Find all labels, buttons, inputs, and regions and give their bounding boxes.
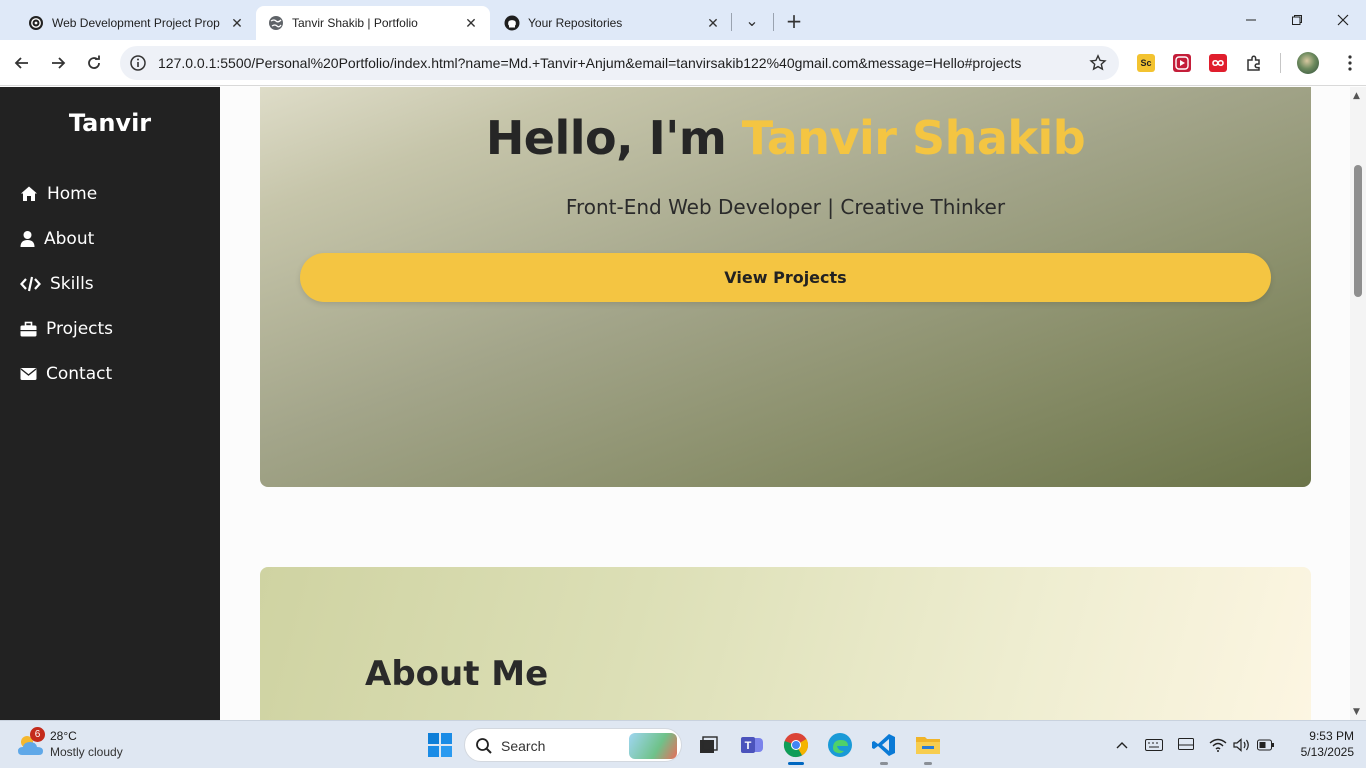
wifi-icon[interactable]: [1208, 735, 1228, 755]
site-info-icon[interactable]: [129, 54, 147, 72]
home-icon: [21, 186, 37, 201]
tab-web-development[interactable]: Web Development Project Prop ✕: [16, 6, 256, 40]
hero-title: Hello, I'm Tanvir Shakib: [260, 111, 1311, 165]
envelope-icon: [20, 368, 37, 380]
taskbar-search[interactable]: Search: [464, 728, 682, 762]
infinity-extension-icon[interactable]: [1209, 54, 1227, 72]
windows-start-icon[interactable]: [424, 729, 456, 761]
github-icon: [504, 15, 520, 31]
code-icon: [20, 276, 41, 292]
file-explorer-icon[interactable]: [912, 729, 944, 761]
svg-text:T: T: [745, 740, 752, 752]
chrome-icon[interactable]: [780, 729, 812, 761]
weather-badge: 6: [30, 727, 45, 742]
nav-label: Projects: [46, 319, 114, 339]
page-scrollbar[interactable]: ▲ ▼: [1350, 87, 1366, 720]
nav-item-projects[interactable]: Projects: [20, 317, 113, 341]
clock-date[interactable]: 5/13/2025: [1280, 745, 1354, 759]
globe-icon: [269, 16, 283, 30]
page-viewport: Hello, I'm Tanvir Shakib Front-End Web D…: [0, 87, 1366, 720]
clock-time[interactable]: 9:53 PM: [1290, 729, 1354, 743]
nav-label: Home: [47, 184, 98, 204]
vscode-running-indicator: [880, 762, 888, 765]
volume-icon[interactable]: [1232, 735, 1252, 755]
address-bar[interactable]: 127.0.0.1:5500/Personal%20Portfolio/inde…: [120, 46, 1119, 80]
nav-label: Contact: [46, 364, 113, 384]
sidebar: Tanvir Home About Skills Projects Contac…: [0, 87, 220, 720]
video-extension-icon[interactable]: [1173, 54, 1191, 72]
tab-title: Tanvir Shakib | Portfolio: [292, 16, 418, 30]
chrome-running-indicator: [788, 762, 804, 765]
about-title: About Me: [365, 654, 549, 694]
tab-title: Your Repositories: [528, 16, 623, 30]
back-icon[interactable]: [8, 49, 36, 77]
task-view-icon[interactable]: [692, 729, 724, 761]
battery-icon[interactable]: [1256, 735, 1276, 755]
minimize-icon[interactable]: [1228, 0, 1274, 40]
scroll-down-arrow-icon[interactable]: ▼: [1353, 707, 1360, 717]
tab-strip: Web Development Project Prop ✕ Tanvir Sh…: [0, 0, 1366, 40]
view-projects-button[interactable]: View Projects: [300, 253, 1271, 302]
nav-label: Skills: [50, 274, 94, 294]
about-section: About Me: [260, 567, 1311, 720]
nav-label: About: [44, 229, 95, 249]
close-icon[interactable]: ✕: [462, 14, 480, 32]
hero-greeting: Hello, I'm: [485, 111, 742, 165]
bookmark-star-icon[interactable]: [1089, 54, 1107, 72]
vscode-icon[interactable]: [868, 729, 900, 761]
close-window-icon[interactable]: [1320, 0, 1366, 40]
profile-avatar[interactable]: [1297, 52, 1319, 74]
search-icon: [476, 738, 492, 754]
nav-item-contact[interactable]: Contact: [20, 362, 112, 386]
close-icon[interactable]: ✕: [704, 14, 722, 32]
chevron-up-icon[interactable]: [1112, 735, 1132, 755]
explorer-running-indicator: [924, 762, 932, 765]
sc-extension-icon[interactable]: Sc: [1137, 54, 1155, 72]
url-text[interactable]: 127.0.0.1:5500/Personal%20Portfolio/inde…: [158, 55, 1021, 71]
puzzle-icon[interactable]: [1245, 54, 1263, 72]
new-tab-icon[interactable]: +: [782, 9, 806, 33]
tab-search-chevron-icon[interactable]: ⌄: [740, 9, 764, 33]
nav-item-home[interactable]: Home: [20, 182, 97, 206]
keyboard-icon[interactable]: [1144, 735, 1164, 755]
briefcase-icon: [20, 321, 37, 336]
nav-item-about[interactable]: About: [20, 227, 94, 251]
menu-kebab-icon[interactable]: [1336, 49, 1364, 77]
close-icon[interactable]: ✕: [228, 14, 246, 32]
reload-icon[interactable]: [80, 49, 108, 77]
weather-temp[interactable]: 28°C: [50, 729, 77, 743]
forward-icon[interactable]: [44, 49, 72, 77]
user-icon: [20, 231, 35, 247]
search-placeholder: Search: [501, 738, 546, 754]
brand-logo[interactable]: Tanvir: [0, 109, 220, 137]
taskbar: 6 28°C Mostly cloudy Search T 9:53 PM 5/…: [0, 720, 1366, 768]
hero-section: Hello, I'm Tanvir Shakib Front-End Web D…: [260, 87, 1311, 487]
teams-icon[interactable]: T: [736, 729, 768, 761]
hero-subtitle: Front-End Web Developer | Creative Think…: [565, 195, 1006, 219]
restore-icon[interactable]: [1274, 0, 1320, 40]
search-highlight-image: [629, 733, 677, 759]
tab-portfolio[interactable]: Tanvir Shakib | Portfolio ✕: [256, 6, 490, 40]
weather-desc[interactable]: Mostly cloudy: [50, 745, 123, 759]
browser-toolbar: 127.0.0.1:5500/Personal%20Portfolio/inde…: [0, 40, 1366, 86]
edge-icon[interactable]: [824, 729, 856, 761]
display-icon[interactable]: [1176, 735, 1196, 755]
nav-item-skills[interactable]: Skills: [20, 272, 94, 296]
scroll-up-arrow-icon[interactable]: ▲: [1353, 91, 1360, 101]
hero-name: Tanvir Shakib: [741, 111, 1086, 165]
scroll-thumb[interactable]: [1354, 165, 1362, 297]
tab-title: Web Development Project Prop: [52, 16, 220, 30]
tab-repositories[interactable]: Your Repositories ✕: [492, 6, 732, 40]
openai-icon: [29, 16, 43, 30]
